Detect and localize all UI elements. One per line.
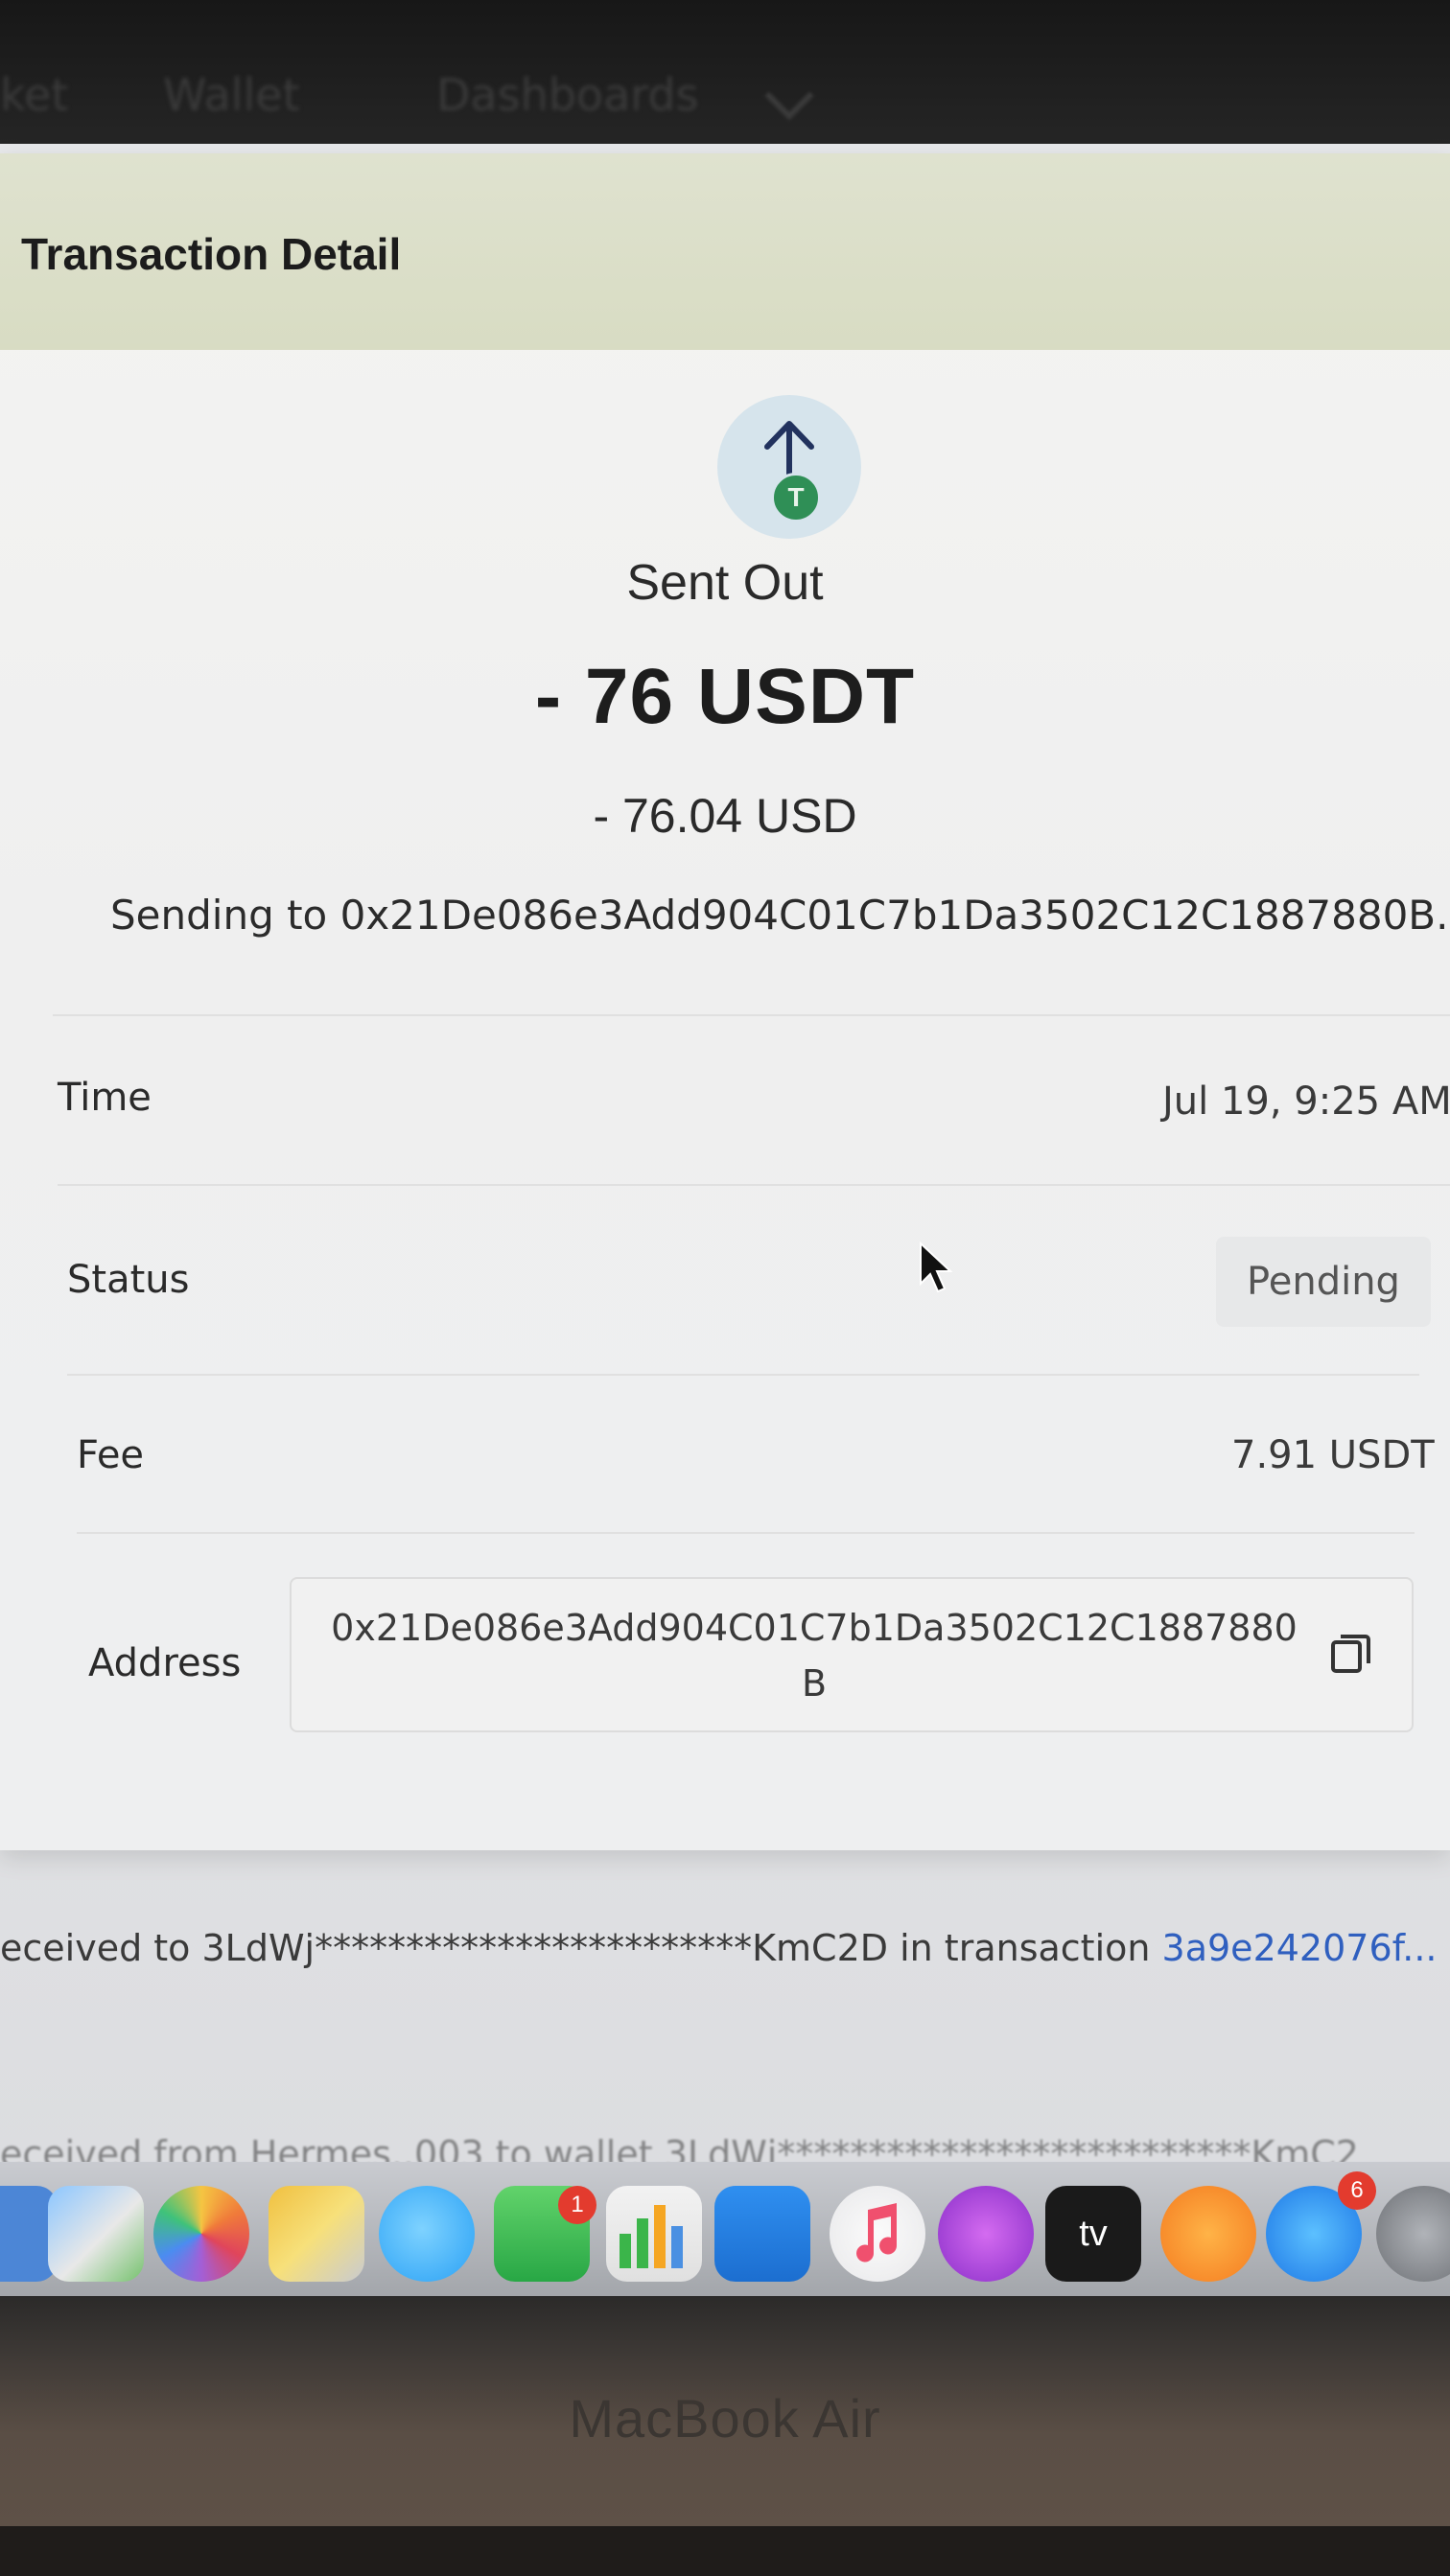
- photo-scene: ket Wallet Dashboards Transaction Detail…: [0, 0, 1450, 2576]
- maps-icon[interactable]: [48, 2186, 144, 2282]
- activity-line: eceived to 3LdWj************************…: [0, 1927, 1437, 1969]
- status-badge: Pending: [1216, 1237, 1431, 1327]
- time-value: Jul 19, 9:25 AM: [1162, 1079, 1450, 1124]
- numbers-icon[interactable]: [606, 2186, 702, 2282]
- notification-badge: 6: [1338, 2171, 1376, 2210]
- amount-usd: - 76.04 USD: [593, 789, 857, 843]
- preview-icon[interactable]: [269, 2186, 364, 2282]
- status-label: Status: [67, 1258, 190, 1302]
- podcasts-icon[interactable]: [938, 2186, 1034, 2282]
- laptop-edge: [0, 2526, 1450, 2576]
- divider: [67, 1374, 1419, 1376]
- books-icon[interactable]: [1160, 2186, 1256, 2282]
- fee-value: 7.91 USDT: [1231, 1433, 1435, 1477]
- direction-label: Sent Out: [626, 555, 824, 611]
- photos-icon[interactable]: [153, 2186, 249, 2282]
- music-icon[interactable]: [830, 2186, 925, 2282]
- modal-title: Transaction Detail: [21, 229, 402, 279]
- address-field: 0x21De086e3Add904C01C7b1Da3502C12C188788…: [290, 1577, 1414, 1732]
- address-label: Address: [88, 1641, 242, 1685]
- copy-icon[interactable]: [1327, 1629, 1375, 1677]
- laptop-brand: MacBook Air: [569, 2388, 881, 2448]
- tv-label: tv: [1079, 2214, 1108, 2254]
- amount-usdt: - 76 USDT: [534, 653, 916, 740]
- time-label: Time: [58, 1076, 152, 1120]
- top-nav-bar: ket Wallet Dashboards: [0, 0, 1450, 153]
- mouse-cursor-icon: [920, 1242, 953, 1293]
- nav-item-wallet[interactable]: Wallet: [163, 69, 300, 121]
- usdt-token-icon: T: [771, 473, 821, 522]
- divider: [53, 1014, 1450, 1016]
- apple-tv-icon[interactable]: tv: [1045, 2186, 1141, 2282]
- divider: [77, 1532, 1415, 1534]
- divider: [58, 1184, 1450, 1186]
- keynote-icon[interactable]: [714, 2186, 810, 2282]
- app-nav: ket Wallet Dashboards: [0, 69, 1450, 136]
- messages-icon[interactable]: [379, 2186, 475, 2282]
- fee-label: Fee: [77, 1433, 145, 1477]
- activity-text: eceived to 3LdWj************************…: [0, 1927, 1162, 1969]
- notification-badge: 1: [558, 2186, 596, 2224]
- nav-item-dashboards[interactable]: Dashboards: [436, 69, 699, 121]
- transaction-link[interactable]: 3a9e242076f...: [1162, 1927, 1438, 1969]
- sending-to-text: Sending to 0x21De086e3Add904C01C7b1Da350…: [110, 892, 1449, 939]
- nav-item-market[interactable]: ket: [0, 69, 68, 121]
- address-value[interactable]: 0x21De086e3Add904C01C7b1Da3502C12C188788…: [325, 1600, 1303, 1711]
